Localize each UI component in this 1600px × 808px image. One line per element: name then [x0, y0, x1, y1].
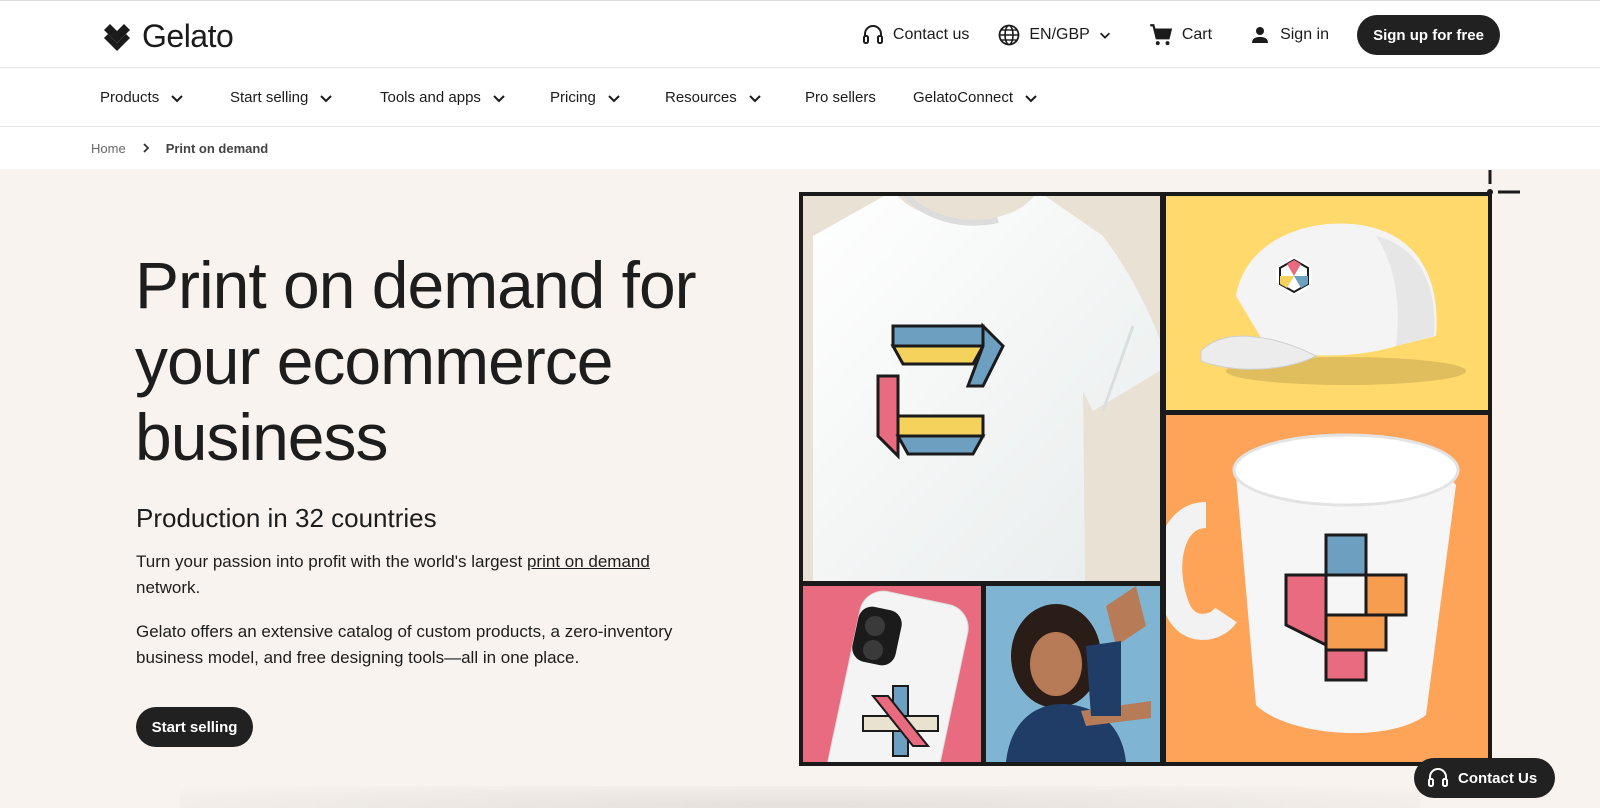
nav-item-gelatoconnect[interactable]: GelatoConnect [913, 68, 1039, 127]
hero-bottom-shadow [180, 786, 1420, 808]
nav-item-label: Pro sellers [805, 89, 876, 106]
floating-contact-label: Contact Us [1458, 769, 1538, 787]
nav-item-resources[interactable]: Resources [665, 68, 763, 127]
nav-item-label: Start selling [230, 89, 309, 106]
chevron-down-icon [320, 94, 333, 102]
floating-contact-button[interactable]: Contact Us [1414, 758, 1555, 798]
chevron-down-icon [748, 94, 761, 102]
chevron-down-icon [1099, 32, 1110, 39]
phone-case-image [827, 590, 969, 762]
para1-text-after: network. [136, 578, 201, 597]
chevron-down-icon [608, 94, 620, 102]
language-label: EN/GBP [1029, 26, 1090, 43]
nav-item-products[interactable]: Products [100, 68, 185, 127]
cart-link[interactable]: Cart [1148, 22, 1212, 48]
breadcrumb-home-link[interactable]: Home [91, 141, 126, 156]
chevron-down-icon [1025, 94, 1037, 102]
person-image [1006, 586, 1151, 762]
nav-item-label: Pricing [550, 89, 596, 106]
person-panel [986, 586, 1160, 762]
gelato-logo-icon [104, 23, 130, 51]
tshirt-image [813, 196, 1160, 581]
site-header: Gelato Contact us EN/GBP Cart Sign in Si… [0, 0, 1600, 68]
crosshair-decoration [1487, 170, 1520, 195]
globe-icon [998, 24, 1020, 46]
nav-item-tools-and-apps[interactable]: Tools and apps [380, 68, 507, 127]
cap-panel [1166, 196, 1488, 410]
main-nav: Products Start selling Tools and apps Pr… [0, 68, 1600, 127]
cart-icon [1150, 24, 1172, 46]
hero-section: Print on demand for your ecommerce busin… [0, 169, 1600, 808]
sign-in-label: Sign in [1280, 26, 1329, 43]
sign-up-button[interactable]: Sign up for free [1357, 15, 1500, 55]
sign-in-link[interactable]: Sign in [1248, 23, 1329, 47]
gelato-logo[interactable]: Gelato [100, 18, 234, 55]
breadcrumb-current: Print on demand [165, 140, 269, 156]
cart-label: Cart [1181, 26, 1213, 43]
phone-case-panel [803, 586, 981, 762]
para1-text-before: Turn your passion into profit with the w… [136, 552, 527, 571]
mug-image [1166, 433, 1460, 734]
hero-paragraph-2: Gelato offers an extensive catalog of cu… [136, 622, 673, 667]
contact-us-link[interactable]: Contact us [861, 23, 969, 47]
headset-icon [1428, 768, 1448, 787]
print-on-demand-link[interactable]: print on demand [527, 552, 650, 571]
contact-us-label: Contact us [892, 26, 970, 43]
nav-item-label: GelatoConnect [913, 89, 1014, 106]
hero-paragraph-1: Turn your passion into profit with the w… [136, 549, 716, 601]
nav-item-label: Products [100, 89, 160, 106]
chevron-down-icon [171, 94, 183, 102]
header-actions: Contact us EN/GBP Cart Sign in Sign up f… [861, 15, 1600, 55]
mug-panel [1166, 415, 1488, 762]
hero-title: Print on demand for your ecommerce busin… [135, 248, 697, 474]
nav-item-start-selling[interactable]: Start selling [230, 68, 334, 127]
cap-image [1200, 223, 1466, 385]
hero-subtitle: Production in 32 countries [136, 503, 437, 533]
nav-item-pro-sellers[interactable]: Pro sellers [805, 68, 876, 127]
chevron-down-icon [493, 94, 505, 102]
language-selector[interactable]: EN/GBP [997, 23, 1111, 47]
logo-text: Gelato [142, 18, 234, 54]
headset-icon [862, 25, 883, 44]
nav-item-label: Tools and apps [380, 89, 481, 106]
user-icon [1252, 27, 1269, 43]
start-selling-button[interactable]: Start selling [136, 707, 253, 747]
breadcrumb: Home Print on demand [0, 127, 1600, 169]
chevron-right-icon [143, 143, 149, 153]
product-collage [799, 192, 1492, 766]
tshirt-panel [803, 196, 1160, 581]
nav-item-pricing[interactable]: Pricing [550, 68, 622, 127]
nav-item-label: Resources [665, 89, 737, 106]
